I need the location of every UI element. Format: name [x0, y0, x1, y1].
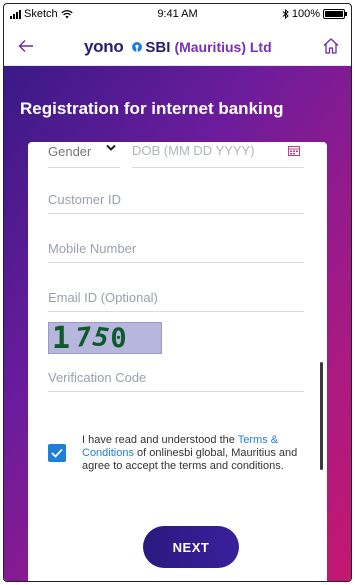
calendar-icon[interactable]: [288, 146, 300, 156]
registration-form-card: Gender DOB (MM DD YYYY) Customer ID Mobi…: [28, 142, 327, 581]
captcha-char: 5: [90, 322, 111, 354]
battery-fill: [325, 11, 343, 17]
bluetooth-icon: [282, 9, 289, 19]
home-icon: [323, 38, 339, 54]
page-title: Registration for internet banking: [20, 99, 284, 118]
email-field[interactable]: [48, 282, 304, 312]
sbi-logo-icon: [131, 41, 143, 53]
battery-icon: [323, 9, 347, 19]
status-right: 100%: [282, 8, 347, 20]
captcha-char: 0: [110, 322, 127, 354]
brand-yono: yono: [84, 37, 124, 56]
brand-logo: yono SBI (Mauritius) Ltd: [84, 37, 272, 57]
terms-row: I have read and understood the Terms & C…: [48, 434, 306, 473]
app-header: yono SBI (Mauritius) Ltd: [4, 26, 351, 66]
customer-id-field[interactable]: [48, 184, 304, 214]
terms-prefix: I have read and understood the: [82, 434, 238, 446]
next-button[interactable]: NEXT: [143, 526, 239, 568]
arrow-left-icon: [18, 40, 33, 52]
home-button[interactable]: [319, 34, 343, 58]
gender-dob-row: Gender: [48, 142, 304, 172]
email-input[interactable]: [48, 282, 304, 305]
brand-subtitle: (Mauritius) Ltd: [174, 39, 272, 55]
customer-id-input[interactable]: [48, 184, 304, 207]
mobile-number-input[interactable]: [48, 233, 304, 256]
terms-checkbox[interactable]: [48, 444, 66, 462]
terms-text: I have read and understood the Terms & C…: [82, 434, 306, 473]
checkmark-icon: [51, 448, 63, 458]
phone-frame: Sketch 9:41 AM 100% yono SBI (Mauritius)…: [3, 3, 352, 582]
verification-code-input[interactable]: [48, 362, 304, 385]
chevron-down-icon: [106, 144, 116, 151]
verification-code-field[interactable]: [48, 362, 304, 392]
brand-sbi: SBI: [145, 38, 171, 56]
dob-field[interactable]: [132, 142, 304, 168]
captcha-image: 1 7 5 0: [48, 320, 162, 356]
battery-percent: 100%: [291, 8, 320, 20]
dob-input[interactable]: [132, 143, 272, 158]
captcha-char: 1: [52, 320, 71, 356]
gender-select[interactable]: Gender: [48, 142, 120, 168]
content-background: Registration for internet banking Gender: [4, 66, 351, 581]
scrollbar[interactable]: [320, 362, 323, 470]
mobile-number-field[interactable]: [48, 233, 304, 263]
back-button[interactable]: [14, 34, 38, 58]
gender-label: Gender: [48, 144, 92, 159]
status-bar: Sketch 9:41 AM 100%: [4, 4, 351, 26]
